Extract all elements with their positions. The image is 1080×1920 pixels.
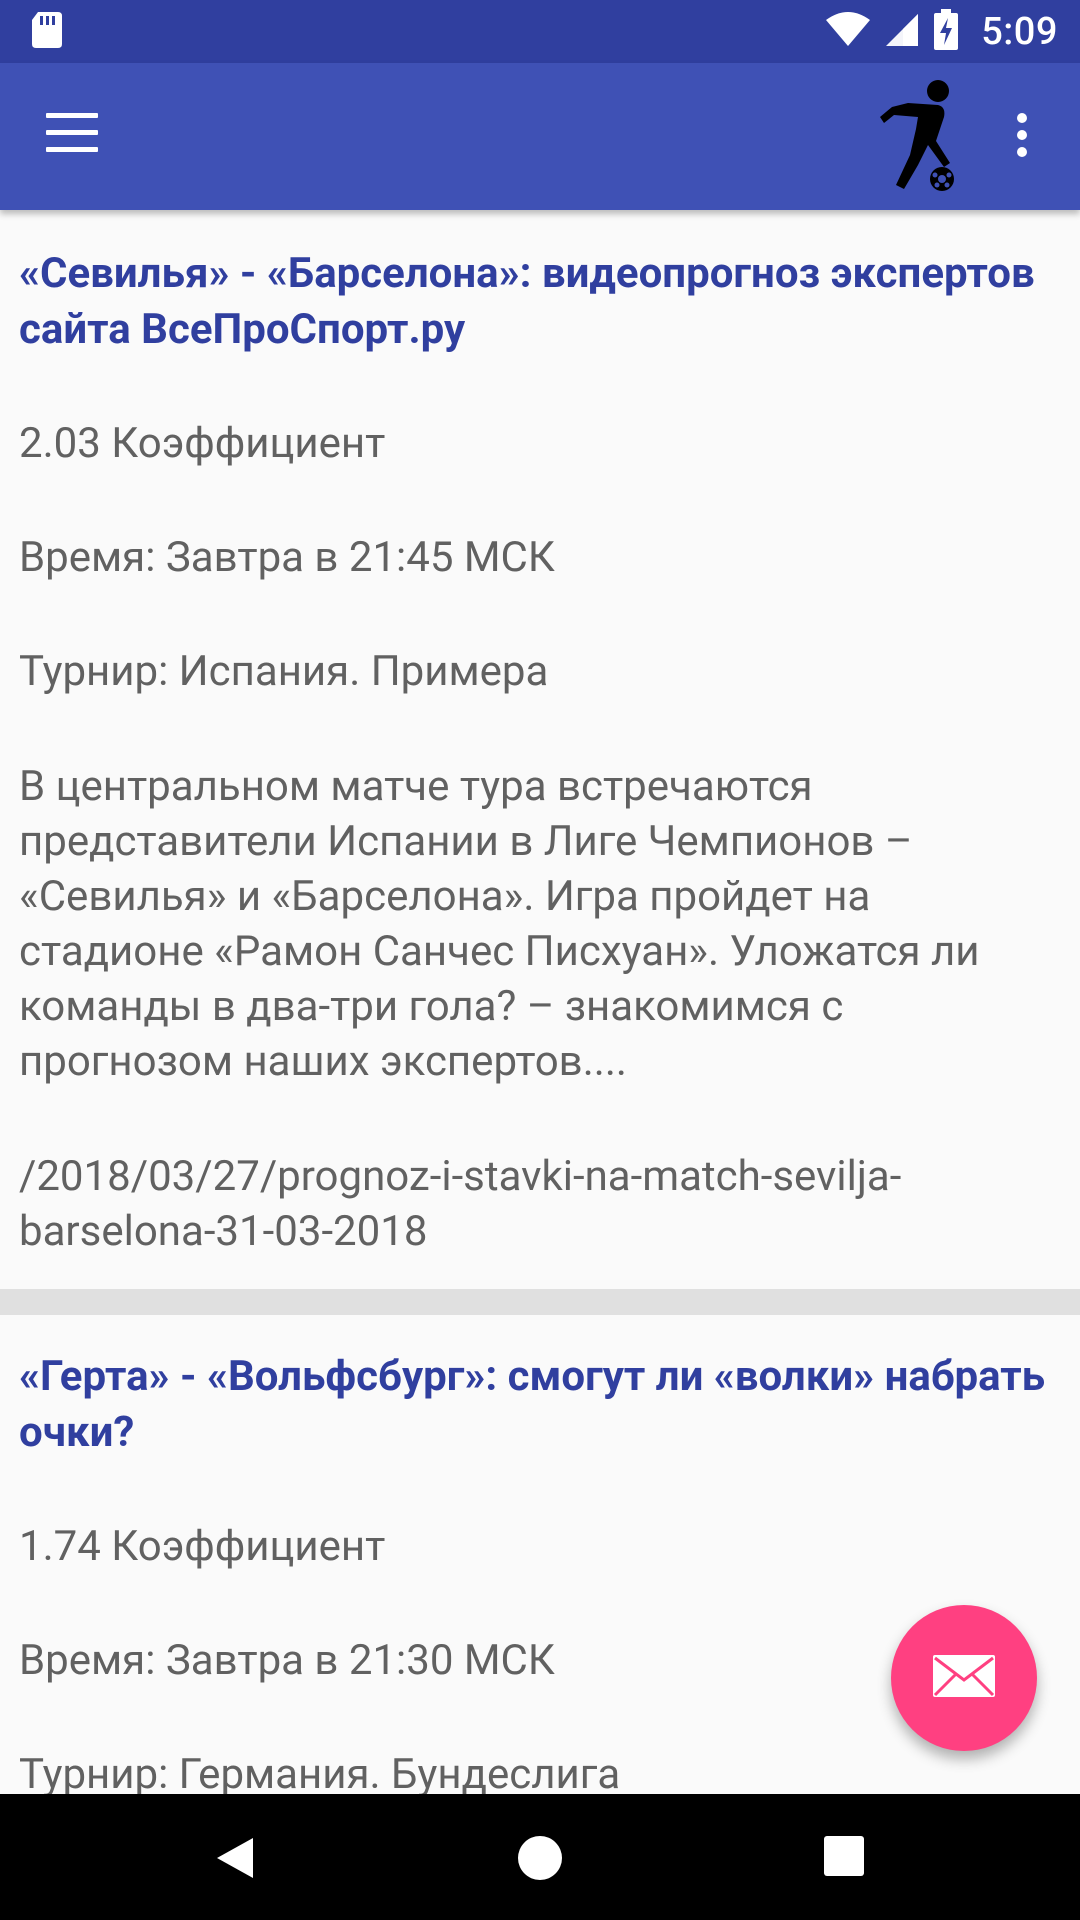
wifi-icon bbox=[825, 11, 871, 52]
home-icon[interactable] bbox=[518, 1836, 562, 1880]
article-title[interactable]: «Герта» - «Вольфсбург»: смогут ли «волки… bbox=[19, 1349, 1060, 1461]
article-title[interactable]: «Севилья» - «Барселона»: видеопрогноз эк… bbox=[19, 246, 1060, 358]
article-description: В центральном матче тура встречаются пре… bbox=[19, 762, 980, 1086]
status-bar: 5:09 bbox=[0, 0, 1080, 63]
app-bar bbox=[0, 63, 1080, 210]
status-icons: 5:09 bbox=[825, 8, 1058, 55]
recents-icon[interactable] bbox=[824, 1836, 864, 1876]
article-tournament: Турнир: Испания. Примера bbox=[19, 647, 549, 696]
article-tournament: Турнир: Германия. Бундеслига bbox=[19, 1750, 621, 1794]
mail-fab-button[interactable] bbox=[891, 1605, 1037, 1751]
system-nav-bar bbox=[0, 1794, 1080, 1920]
more-vert-icon[interactable] bbox=[1010, 113, 1034, 161]
article-coefficient: 1.74 Коэффициент bbox=[19, 1522, 386, 1571]
mail-icon bbox=[932, 1654, 996, 1702]
cell-signal-icon bbox=[885, 12, 919, 52]
article-card[interactable]: «Севилья» - «Барселона»: видеопрогноз эк… bbox=[0, 210, 1080, 1259]
divider bbox=[0, 1289, 1080, 1315]
article-link[interactable]: /2018/03/27/prognoz-i-stavki-na-match-se… bbox=[19, 1149, 1060, 1259]
article-list: «Севилья» - «Барселона»: видеопрогноз эк… bbox=[0, 210, 1080, 1794]
hamburger-menu-icon[interactable] bbox=[46, 113, 98, 153]
back-icon[interactable] bbox=[215, 1836, 255, 1884]
sd-card-icon bbox=[30, 10, 64, 54]
article-coefficient: 2.03 Коэффициент bbox=[19, 419, 386, 468]
article-time: Время: Завтра в 21:45 МСК bbox=[19, 533, 555, 582]
soccer-player-icon bbox=[880, 79, 960, 194]
status-time: 5:09 bbox=[981, 9, 1058, 54]
battery-charging-icon bbox=[933, 8, 959, 55]
